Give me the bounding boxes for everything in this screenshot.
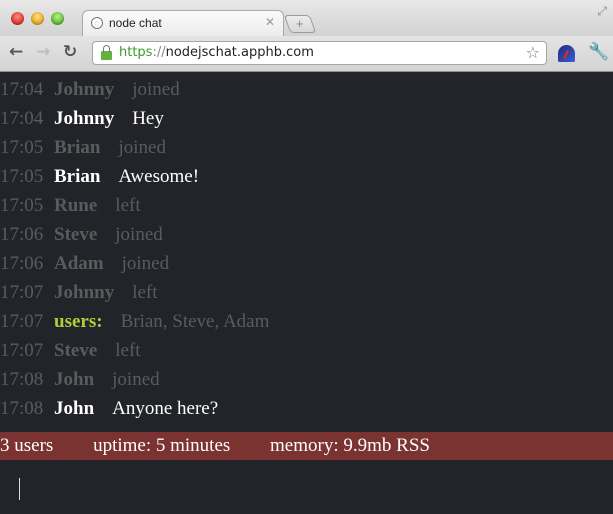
- chat-message: 17:05 Rune left: [0, 191, 613, 220]
- message-nick: users:: [54, 311, 103, 332]
- message-time: 17:04: [0, 108, 44, 129]
- chat-message: 17:08 John Anyone here?: [0, 394, 613, 423]
- window-titlebar: ◌ node chat ✕ + ⤢: [0, 0, 613, 37]
- plus-icon: +: [296, 16, 304, 31]
- chat-message: 17:04 Johnny Hey: [0, 104, 613, 133]
- url-separator: ://: [152, 45, 166, 60]
- fullscreen-icon[interactable]: ⤢: [597, 4, 607, 19]
- forward-arrow-icon[interactable]: →: [36, 42, 50, 62]
- message-nick: Johnny: [54, 108, 115, 129]
- tab-title: node chat: [109, 16, 162, 30]
- chat-message: 17:07 users: Brian, Steve, Adam: [0, 307, 613, 336]
- message-nick: John: [54, 398, 95, 419]
- message-time: 17:07: [0, 311, 44, 332]
- message-time: 17:06: [0, 224, 44, 245]
- close-window-button[interactable]: [11, 12, 24, 25]
- browser-tab[interactable]: ◌ node chat ✕: [82, 10, 284, 37]
- status-bar: 3 users uptime: 5 minutes memory: 9.9mb …: [0, 432, 613, 460]
- browser-toolbar: ← → ↻ https://nodejschat.apphb.com ☆ 🔧: [0, 36, 613, 72]
- message-input[interactable]: [10, 470, 604, 508]
- lock-icon: [101, 45, 112, 60]
- speed-tracer-icon[interactable]: [558, 45, 575, 62]
- message-time: 17:06: [0, 253, 44, 274]
- message-text: joined: [115, 224, 163, 245]
- user-count: 3 users: [0, 435, 54, 456]
- new-tab-button[interactable]: +: [283, 15, 317, 33]
- message-nick: Steve: [54, 224, 98, 245]
- zoom-window-button[interactable]: [51, 12, 64, 25]
- message-time: 17:04: [0, 79, 44, 100]
- url-scheme: https: [119, 45, 153, 60]
- message-nick: Johnny: [54, 79, 115, 100]
- message-nick: Adam: [54, 253, 104, 274]
- memory-usage: memory: 9.9mb RSS: [270, 435, 430, 456]
- chat-log: 17:04 Johnny joined 17:04 Johnny Hey 17:05 Br…: [0, 75, 613, 423]
- message-text: left: [115, 195, 141, 216]
- message-nick: Brian: [54, 166, 101, 187]
- message-text: Anyone here?: [112, 398, 219, 419]
- message-nick: Rune: [54, 195, 98, 216]
- wrench-icon[interactable]: 🔧: [588, 42, 609, 62]
- message-time: 17:07: [0, 340, 44, 361]
- globe-icon: ◌: [91, 17, 103, 29]
- message-text: left: [132, 282, 158, 303]
- message-time: 17:05: [0, 166, 44, 187]
- bookmark-star-icon[interactable]: ☆: [526, 43, 540, 62]
- message-nick: John: [54, 369, 95, 390]
- chat-message: 17:06 Adam joined: [0, 249, 613, 278]
- url-host: nodejschat.apphb.com: [165, 45, 314, 60]
- message-nick: Brian: [54, 137, 101, 158]
- chat-message: 17:05 Brian joined: [0, 133, 613, 162]
- message-time: 17:05: [0, 195, 44, 216]
- chat-message: 17:04 Johnny joined: [0, 75, 613, 104]
- message-time: 17:08: [0, 369, 44, 390]
- message-time: 17:07: [0, 282, 44, 303]
- address-bar[interactable]: https://nodejschat.apphb.com ☆: [92, 41, 547, 65]
- chat-message: 17:06 Steve joined: [0, 220, 613, 249]
- message-text: joined: [132, 79, 180, 100]
- message-text: joined: [118, 137, 166, 158]
- message-text: Hey: [132, 108, 164, 129]
- chat-message: 17:05 Brian Awesome!: [0, 162, 613, 191]
- back-arrow-icon[interactable]: ←: [9, 42, 23, 62]
- message-time: 17:08: [0, 398, 44, 419]
- message-nick: Steve: [54, 340, 98, 361]
- reload-icon[interactable]: ↻: [63, 42, 77, 62]
- message-text: Brian, Steve, Adam: [120, 311, 270, 332]
- chat-message: 17:07 Johnny left: [0, 278, 613, 307]
- message-text: Awesome!: [118, 166, 200, 187]
- minimize-window-button[interactable]: [31, 12, 44, 25]
- chat-message: 17:07 Steve left: [0, 336, 613, 365]
- chat-message: 17:08 John joined: [0, 365, 613, 394]
- message-nick: Johnny: [54, 282, 115, 303]
- uptime: uptime: 5 minutes: [93, 435, 231, 456]
- text-cursor: [19, 478, 20, 500]
- close-icon[interactable]: ✕: [265, 15, 275, 29]
- url-text[interactable]: https://nodejschat.apphb.com: [119, 45, 314, 60]
- message-text: joined: [121, 253, 170, 274]
- message-text: left: [115, 340, 141, 361]
- message-text: joined: [112, 369, 160, 390]
- message-time: 17:05: [0, 137, 44, 158]
